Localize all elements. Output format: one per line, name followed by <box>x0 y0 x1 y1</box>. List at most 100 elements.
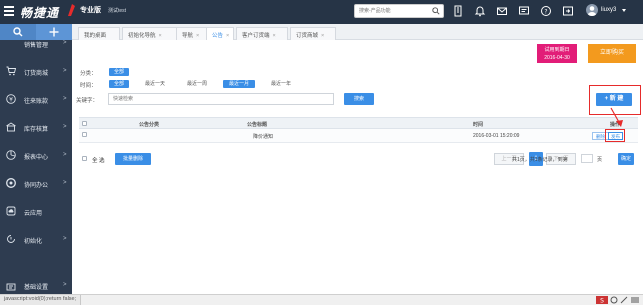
new-button[interactable]: + 新 建 <box>596 93 632 106</box>
sidebar-item-init[interactable]: 初始化 > <box>0 226 72 254</box>
svg-text:¥: ¥ <box>9 96 13 103</box>
category-all-option[interactable]: 全部 <box>109 68 129 76</box>
sidebar-item-cloud[interactable]: 云应用 <box>0 198 72 226</box>
tab-label: 公告 <box>212 33 224 39</box>
tab-bar: 我的桌面 初始化导航 × 导航 × 公告 × 客户订货端 × 订货商城 × <box>72 24 643 40</box>
sidebar-item-label: 基础设置 <box>24 285 49 291</box>
chevron-right-icon: > <box>63 68 67 74</box>
message-icon[interactable] <box>518 5 530 17</box>
table-row[interactable]: 降价通知 2016-03-01 15:20:09 删除 发布 <box>79 129 638 143</box>
cart-icon <box>6 66 16 76</box>
sidebar-item-label: 订货商城 <box>24 71 49 77</box>
close-icon[interactable]: × <box>273 33 276 39</box>
tab-order-mall[interactable]: 订货商城 × <box>290 27 336 40</box>
column-header: 操作 <box>610 122 621 128</box>
close-icon[interactable]: × <box>321 33 324 39</box>
sidebar-item-label: 销售管理 <box>24 43 49 49</box>
mail-icon[interactable] <box>496 5 508 17</box>
go-button[interactable]: 确定 <box>618 153 634 165</box>
chevron-right-icon: > <box>63 124 67 130</box>
buy-now-button[interactable]: 立即购买 <box>588 44 636 63</box>
keyword-input[interactable] <box>108 93 334 105</box>
category-label: 分类： <box>80 71 97 77</box>
table-header: 公告分类 公告标题 时间 操作 <box>79 117 638 129</box>
page-number-input[interactable] <box>581 154 593 163</box>
building-icon[interactable] <box>452 5 464 17</box>
sidebar-item-order-mall[interactable]: 订货商城 > <box>0 58 72 86</box>
chevron-right-icon: > <box>63 96 67 102</box>
sidebar-item-label: 往来账款 <box>24 99 49 105</box>
publish-highlight: 发布 <box>605 129 625 142</box>
tab-label: 导航 <box>182 33 194 39</box>
tray-pen-icon[interactable] <box>620 296 628 304</box>
cell-time: 2016-03-01 15:20:09 <box>473 133 520 139</box>
sidebar-item-label: 初始化 <box>24 239 43 245</box>
svg-text:S: S <box>600 298 604 305</box>
time-option-day[interactable]: 最近一天 <box>139 80 171 88</box>
tray-app-icon[interactable]: S <box>596 296 608 304</box>
column-header: 公告分类 <box>139 122 160 128</box>
top-bar: 畅捷通 专业版 测试test ? liuxy3 <box>0 0 643 24</box>
trial-badge: 试用到期日 2016-04-30 <box>537 44 577 63</box>
init-icon <box>7 235 15 243</box>
tab-customer-order[interactable]: 客户订货端 × <box>236 27 288 40</box>
chevron-right-icon: > <box>63 40 67 46</box>
svg-text:?: ? <box>544 8 547 15</box>
avatar[interactable] <box>586 4 598 16</box>
app-logo: 畅捷通 <box>20 6 60 20</box>
collab-icon <box>6 178 16 188</box>
exit-icon[interactable] <box>562 5 574 17</box>
bell-icon[interactable] <box>474 5 486 17</box>
sidebar-item-sales[interactable]: 销售管理 > <box>0 30 72 58</box>
close-icon[interactable]: × <box>159 33 162 39</box>
tray-menu-icon[interactable] <box>630 296 640 304</box>
sidebar-item-label: 云应用 <box>24 211 43 217</box>
tab-announcement[interactable]: 公告 × <box>206 27 234 40</box>
chevron-right-icon: > <box>63 236 67 242</box>
time-option-week[interactable]: 最近一周 <box>181 80 213 88</box>
close-icon[interactable]: × <box>226 33 229 39</box>
help-icon[interactable]: ? <box>540 5 552 17</box>
settings-icon <box>6 283 16 291</box>
search-icon[interactable] <box>432 7 440 15</box>
global-search <box>354 4 444 18</box>
menu-icon[interactable] <box>4 6 14 16</box>
yen-circle-icon: ¥ <box>6 94 16 104</box>
page-info: 共1页，共1条记录，到第 <box>512 157 568 163</box>
new-button-highlight: + 新 建 <box>589 85 641 115</box>
cell-title[interactable]: 降价通知 <box>253 133 273 140</box>
search-button[interactable]: 搜索 <box>344 93 374 105</box>
trial-date: 2016-04-30 <box>544 55 570 61</box>
select-all-checkbox[interactable] <box>82 121 87 126</box>
main-content: 试用到期日 2016-04-30 立即购买 分类： 全部 时间： 全部 最近一天… <box>72 40 643 294</box>
edition-label: 专业版 <box>80 7 101 14</box>
page-unit: 页 <box>597 157 603 163</box>
sidebar-item-collab[interactable]: 协同办公 > <box>0 170 72 198</box>
company-name: 测试test <box>108 8 127 14</box>
search-input[interactable] <box>355 5 427 17</box>
trial-label: 试用到期日 <box>544 47 570 53</box>
tab-guide[interactable]: 导航 × <box>176 27 208 40</box>
time-option-all[interactable]: 全部 <box>109 80 129 88</box>
tab-init-guide[interactable]: 初始化导航 × <box>122 27 178 40</box>
tab-my-desktop[interactable]: 我的桌面 <box>78 27 120 40</box>
sidebar-item-inventory[interactable]: 库存核算 > <box>0 114 72 142</box>
username[interactable]: liuxy3 <box>601 7 616 13</box>
keyword-label: 关键字： <box>76 98 99 104</box>
time-label: 时间： <box>80 83 97 89</box>
chevron-right-icon: > <box>63 180 67 186</box>
column-header: 时间 <box>473 122 484 128</box>
close-icon[interactable]: × <box>196 33 199 39</box>
publish-button[interactable]: 发布 <box>608 132 623 140</box>
chevron-down-icon[interactable] <box>622 9 626 12</box>
sidebar-item-label: 库存核算 <box>24 127 49 133</box>
column-header: 公告标题 <box>247 122 268 128</box>
sidebar-item-accounts[interactable]: ¥ 往来账款 > <box>0 86 72 114</box>
tab-label: 初始化导航 <box>128 33 156 39</box>
row-checkbox[interactable] <box>82 132 87 137</box>
time-option-month[interactable]: 最近一月 <box>223 80 255 88</box>
tray-settings-icon[interactable] <box>610 296 618 304</box>
time-option-year[interactable]: 最近一年 <box>265 80 297 88</box>
status-url: javascript:void(0);return false; <box>0 295 82 305</box>
tab-label: 订货商城 <box>296 33 319 39</box>
